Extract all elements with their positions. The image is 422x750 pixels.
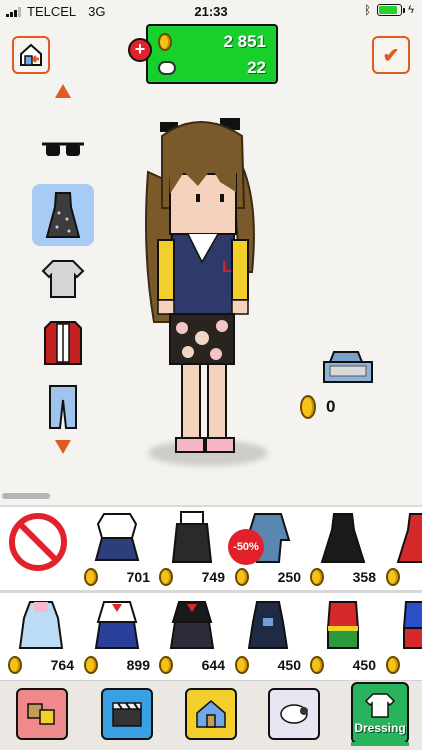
currency-panel: 2 851 22 (146, 24, 278, 84)
coin-icon (310, 568, 324, 586)
item-card[interactable]: 701 (80, 506, 154, 588)
home-button[interactable] (12, 36, 50, 74)
row-divider (0, 590, 422, 593)
category-jackets[interactable] (32, 312, 94, 374)
coin-icon (159, 656, 173, 674)
cash-register-icon[interactable] (322, 348, 374, 384)
coin-icon (159, 568, 173, 586)
coin-balance: 2 851 (223, 32, 266, 51)
item-price: 764 (50, 657, 74, 673)
status-bar: TELCEL 3G 21:33 ᛒ ϟ (0, 0, 422, 22)
jacket-icon (44, 321, 82, 365)
selected-price: 0 (300, 395, 335, 419)
item-card[interactable]: 644 (155, 594, 229, 676)
item-card[interactable] (382, 594, 422, 676)
coin-icon (386, 568, 400, 586)
sheet-handle[interactable] (2, 493, 50, 499)
category-accessories[interactable] (32, 120, 94, 182)
tab-dressing-label: Dressing (354, 721, 406, 735)
item-price: 701 (126, 569, 150, 585)
sheep-icon (280, 704, 308, 724)
jeans-icon (49, 385, 77, 429)
coin-icon (310, 656, 324, 674)
coin-icon (386, 656, 400, 674)
sale-badge: -50% (228, 529, 264, 565)
category-down-arrow[interactable] (55, 440, 71, 454)
shirt-icon (364, 693, 396, 718)
selected-price-value: 0 (326, 397, 336, 416)
item-card[interactable]: 450 (306, 594, 380, 676)
item-price: 644 (201, 657, 225, 673)
add-currency-button[interactable]: + (128, 38, 152, 62)
item-card[interactable]: 899 (80, 594, 154, 676)
coin-icon (235, 568, 249, 586)
item-price: 450 (277, 657, 301, 673)
tab-video[interactable] (101, 688, 153, 740)
category-dresses[interactable] (32, 184, 94, 246)
coin-icon (300, 395, 316, 419)
bluetooth-icon: ᛒ (363, 3, 372, 17)
item-price: 749 (201, 569, 225, 585)
shirt-icon (41, 260, 85, 298)
coin-icon (158, 33, 172, 51)
item-price: 250 (277, 569, 301, 585)
category-up-arrow[interactable] (55, 84, 71, 98)
tab-house[interactable] (185, 688, 237, 740)
item-card[interactable]: 764 (4, 594, 78, 676)
item-card[interactable]: 358 (306, 506, 380, 588)
item-thumbnail (247, 601, 289, 649)
category-tops[interactable] (32, 248, 94, 310)
category-pants[interactable] (32, 376, 94, 438)
coin-icon (8, 656, 22, 674)
coin-icon (84, 568, 98, 586)
item-card[interactable]: 749 (155, 506, 229, 588)
svg-text:L: L (222, 259, 232, 276)
item-thumbnail (402, 601, 422, 649)
dress-icon (45, 192, 81, 238)
item-thumbnail (94, 601, 140, 649)
item-price: 358 (352, 569, 376, 585)
check-icon: ✔ (382, 44, 400, 67)
character-avatar[interactable]: L (140, 112, 265, 462)
coin-icon (84, 656, 98, 674)
house-icon (196, 700, 226, 728)
item-price: 899 (126, 657, 150, 673)
active-tab-indicator (351, 742, 409, 746)
charging-icon: ϟ (408, 4, 414, 16)
item-thumbnail (169, 601, 215, 649)
item-card[interactable]: 450 (231, 594, 305, 676)
item-thumbnail (396, 513, 422, 563)
tab-friends[interactable] (16, 688, 68, 740)
friends-icon (27, 703, 55, 725)
no-icon[interactable] (8, 512, 68, 572)
clapperboard-icon (112, 702, 142, 727)
item-thumbnail (171, 511, 213, 563)
item-card[interactable] (382, 506, 422, 588)
battery-icon (377, 4, 406, 16)
clock: 21:33 (194, 4, 228, 19)
tab-pets[interactable] (268, 688, 320, 740)
item-thumbnail (320, 513, 366, 563)
item-thumbnail (326, 601, 360, 649)
gem-balance: 22 (247, 58, 266, 77)
confirm-button[interactable]: ✔ (372, 36, 410, 74)
gem-icon (158, 61, 176, 75)
item-thumbnail (18, 601, 64, 649)
tab-dressing[interactable]: Dressing (351, 682, 409, 744)
coin-icon (235, 656, 249, 674)
item-thumbnail (94, 513, 140, 561)
item-price: 450 (352, 657, 376, 673)
sunglasses-icon (42, 142, 84, 156)
home-icon (20, 43, 42, 66)
